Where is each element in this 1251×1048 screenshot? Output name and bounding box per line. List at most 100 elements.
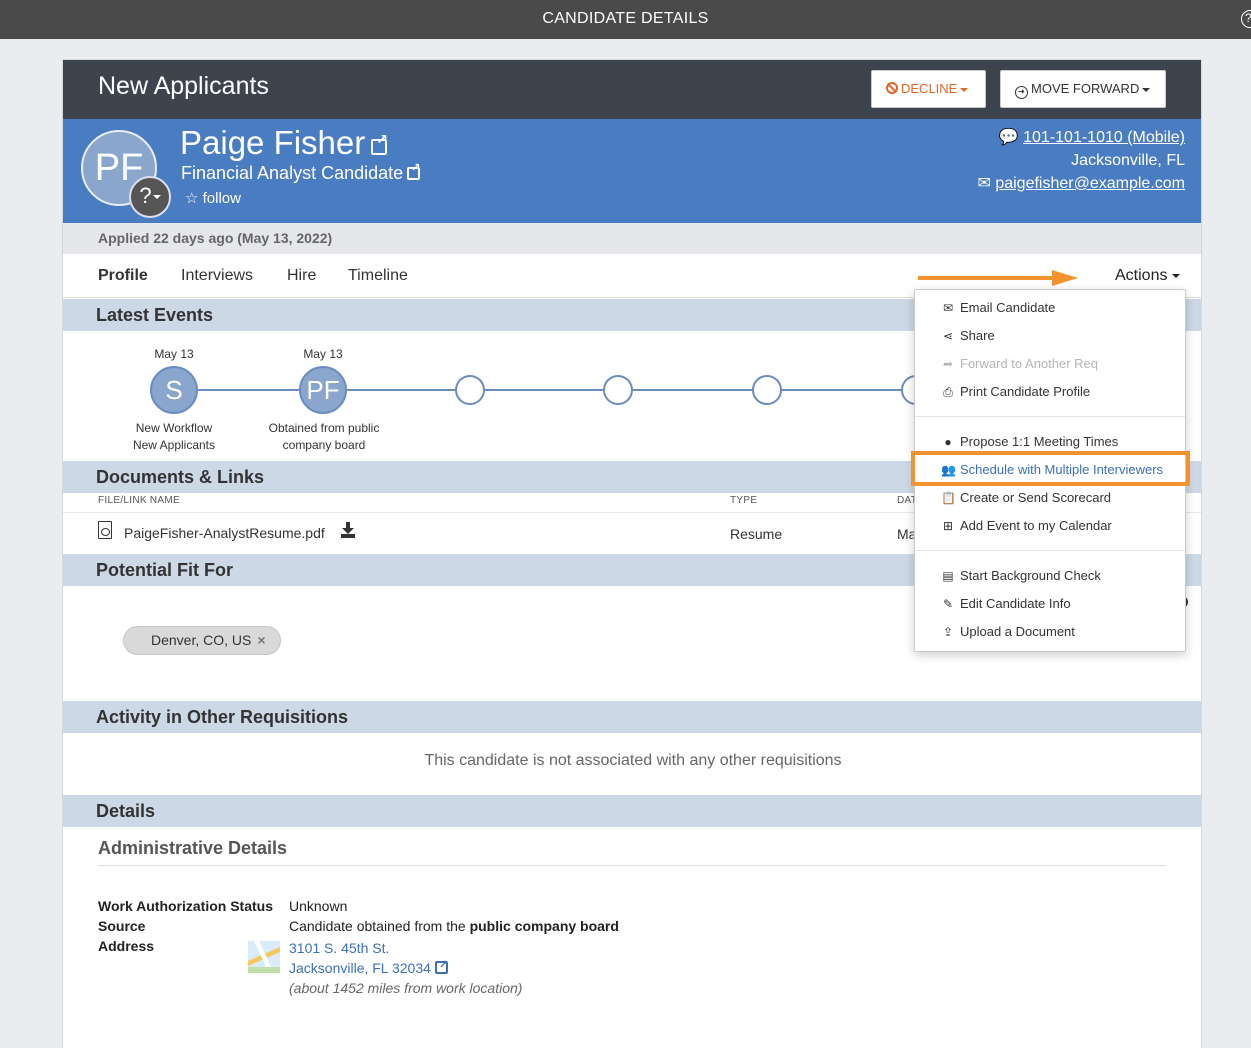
menu-item-label: Forward to Another Req <box>960 356 1099 371</box>
event-label-line: New Applicants <box>132 438 216 452</box>
source-prefix: Candidate obtained from the <box>289 918 470 934</box>
menu-item-forward-req[interactable]: ➦ Forward to Another Req <box>915 350 1185 378</box>
divider <box>98 865 1166 866</box>
applied-date: Applied 22 days ago (May 13, 2022) <box>63 223 1201 254</box>
menu-item-label: Add Event to my Calendar <box>960 518 1112 533</box>
ban-icon <box>886 82 898 94</box>
address-distance: (about 1452 miles from work location) <box>289 980 523 996</box>
arrow-circle-right-icon: ➜ <box>1015 86 1028 99</box>
menu-item-background-check[interactable]: ▤ Start Background Check <box>915 562 1185 590</box>
phone-row[interactable]: 💬 101-101-1010 (Mobile) <box>977 126 1185 149</box>
menu-item-label: Edit Candidate Info <box>960 596 1071 611</box>
address-line1[interactable]: 3101 S. 45th St. <box>289 938 522 958</box>
address-label: Address <box>98 938 155 954</box>
upload-icon: ⇪ <box>942 625 954 639</box>
chevron-down-icon <box>1172 273 1181 278</box>
chat-icon: 💬 <box>998 129 1019 146</box>
calendar-plus-icon: ⊞ <box>942 519 954 533</box>
candidate-location: Jacksonville, FL <box>1071 152 1185 169</box>
section-other-requisitions: Activity in Other Requisitions <box>63 701 1201 733</box>
tab-timeline[interactable]: Timeline <box>348 267 408 285</box>
location-chip: Denver, CO, US × <box>123 626 281 655</box>
candidate-banner: PF ? Paige Fisher Financial Analyst Cand… <box>63 119 1201 223</box>
event-label: New Workflow New Applicants <box>99 420 249 454</box>
follow-button[interactable]: ☆ follow <box>185 189 241 207</box>
no-requisitions-message: This candidate is not associated with an… <box>424 752 842 769</box>
remove-chip-icon[interactable]: × <box>257 632 265 648</box>
print-icon: ⎙ <box>943 385 953 399</box>
move-forward-label: MOVE FORWARD <box>1031 81 1140 96</box>
email-row[interactable]: ✉ paigefisher@example.com <box>977 172 1185 195</box>
event-label-line: company board <box>282 438 366 452</box>
email-link[interactable]: paigefisher@example.com <box>995 175 1185 192</box>
chip-label: Denver, CO, US <box>151 632 252 648</box>
envelope-icon: ✉ <box>977 175 991 192</box>
star-icon: ☆ <box>185 190 199 207</box>
document-type: Resume <box>730 526 783 542</box>
menu-item-add-event[interactable]: ⊞ Add Event to my Calendar <box>915 512 1185 540</box>
follow-label: follow <box>202 190 241 207</box>
window-title: CANDIDATE DETAILS <box>542 10 709 27</box>
chevron-down-icon <box>152 195 161 200</box>
menu-item-print-profile[interactable]: ⎙ Print Candidate Profile <box>915 378 1185 406</box>
candidate-name-link[interactable]: Paige Fisher <box>180 124 388 162</box>
section-details: Details <box>63 795 1201 827</box>
event-node-empty <box>752 375 782 405</box>
event-label-line: New Workflow <box>135 421 213 435</box>
avatar-status-dropdown[interactable]: ? <box>129 176 171 218</box>
work-auth-label: Work Authorization Status <box>98 898 273 914</box>
event-node[interactable]: PF <box>299 366 347 414</box>
download-icon[interactable] <box>341 522 355 538</box>
tab-hire[interactable]: Hire <box>287 267 316 285</box>
pdf-file-icon <box>98 521 112 539</box>
window-titlebar: CANDIDATE DETAILS ? <box>0 0 1251 39</box>
tab-profile[interactable]: Profile <box>98 267 148 285</box>
actions-dropdown[interactable]: Actions <box>1115 267 1181 285</box>
menu-item-edit-info[interactable]: ✎ Edit Candidate Info <box>915 590 1185 618</box>
candidate-role: Financial Analyst Candidate <box>181 163 404 183</box>
document-link[interactable]: PaigeFisher-AnalystResume.pdf <box>124 525 325 541</box>
id-card-icon: ▤ <box>942 569 954 583</box>
event-date: May 13 <box>154 347 194 361</box>
chevron-down-icon <box>960 87 969 92</box>
external-link-icon <box>434 955 448 975</box>
map-icon[interactable] <box>248 941 280 973</box>
menu-divider <box>915 416 1185 417</box>
decline-button[interactable]: DECLINE <box>871 70 986 108</box>
source-label: Source <box>98 918 146 934</box>
move-forward-button[interactable]: ➜ MOVE FORWARD <box>1000 70 1166 108</box>
event-label-line: Obtained from public <box>268 421 380 435</box>
event-node-empty <box>455 375 485 405</box>
contact-info: 💬 101-101-1010 (Mobile) Jacksonville, FL… <box>977 126 1185 195</box>
tab-interviews[interactable]: Interviews <box>181 267 253 285</box>
menu-item-label: Start Background Check <box>960 568 1101 583</box>
menu-item-email-candidate[interactable]: ✉ Email Candidate <box>915 294 1185 322</box>
stage-header: New Applicants DECLINE ➜ MOVE FORWARD <box>63 60 1201 119</box>
external-link-icon <box>371 131 388 155</box>
candidate-name: Paige Fisher <box>180 124 366 161</box>
edit-icon: ✎ <box>942 597 954 611</box>
phone-link[interactable]: 101-101-1010 (Mobile) <box>1023 129 1185 146</box>
source-bold: public company board <box>469 918 619 934</box>
user-icon: ● <box>944 435 952 449</box>
source-value: Candidate obtained from the public compa… <box>289 918 619 934</box>
menu-item-share[interactable]: ⋖ Share <box>915 322 1185 350</box>
event-node-empty <box>603 375 633 405</box>
menu-item-label: Share <box>960 328 995 343</box>
menu-item-upload-document[interactable]: ⇪ Upload a Document <box>915 618 1185 646</box>
envelope-icon: ✉ <box>942 301 954 315</box>
doc-col-type: TYPE <box>730 495 758 506</box>
event-node[interactable]: S <box>150 366 198 414</box>
administrative-details-title: Administrative Details <box>98 838 288 858</box>
event-date: May 13 <box>303 347 343 361</box>
forward-icon: ➦ <box>942 357 954 371</box>
clipboard-icon: 📋 <box>941 491 956 505</box>
menu-item-scorecard[interactable]: 📋 Create or Send Scorecard <box>915 484 1185 512</box>
stage-title: New Applicants <box>98 72 269 100</box>
address-line2-link[interactable]: Jacksonville, FL 32034 <box>289 955 522 978</box>
decline-label: DECLINE <box>901 81 958 96</box>
external-link-icon <box>407 161 420 180</box>
candidate-role-link[interactable]: Financial Analyst Candidate <box>181 161 420 184</box>
menu-divider <box>915 550 1185 551</box>
help-icon[interactable]: ? <box>1241 10 1251 28</box>
